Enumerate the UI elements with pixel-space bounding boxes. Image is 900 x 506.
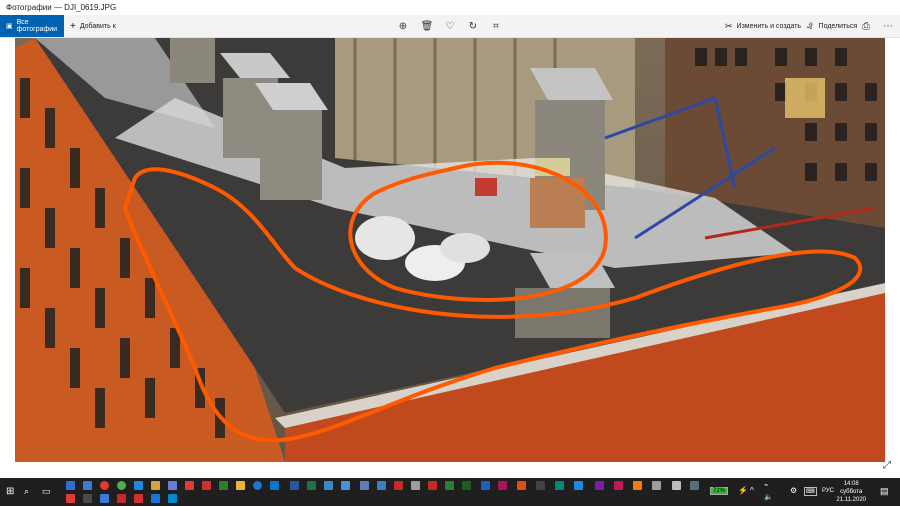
edit-create-label: Изменить и создать bbox=[736, 22, 802, 30]
app-icon[interactable] bbox=[66, 481, 75, 490]
title-bar: Фотографии — DJI_0619.JPG bbox=[0, 0, 900, 15]
photos-icon: ▣ bbox=[6, 23, 13, 30]
app-icon[interactable] bbox=[168, 481, 177, 490]
app-icon[interactable] bbox=[202, 481, 211, 490]
chrome-icon[interactable] bbox=[117, 481, 126, 490]
app-icon[interactable] bbox=[253, 481, 262, 490]
plus-icon: + bbox=[70, 20, 76, 32]
app-icon[interactable] bbox=[219, 481, 228, 490]
windows-start-icon[interactable]: ⊞ bbox=[6, 486, 14, 497]
app-icon[interactable] bbox=[672, 481, 681, 490]
app-icon[interactable] bbox=[690, 481, 699, 490]
app-icon[interactable] bbox=[360, 481, 369, 490]
app-icon[interactable] bbox=[83, 494, 92, 503]
task-view-icon[interactable]: ▭ bbox=[42, 486, 51, 497]
folder-icon[interactable] bbox=[151, 481, 160, 490]
app-icon[interactable] bbox=[498, 481, 507, 490]
app-icon[interactable] bbox=[117, 494, 126, 503]
app-icon[interactable] bbox=[595, 481, 604, 490]
language-indicator[interactable]: РУС bbox=[822, 488, 834, 494]
mail-icon[interactable] bbox=[270, 481, 279, 490]
clock-date: 21.11.2020 bbox=[836, 497, 866, 503]
app-toolbar: ▣ Все фотографии + Добавить к ⊕ 🗑 ♡ ↻ ⌗ … bbox=[0, 15, 900, 38]
word-icon[interactable] bbox=[290, 481, 299, 490]
app-icon[interactable] bbox=[377, 481, 386, 490]
rooftop-photo bbox=[15, 38, 885, 462]
app-icon[interactable] bbox=[614, 481, 623, 490]
battery-label: 72% bbox=[713, 488, 726, 494]
clock[interactable]: 14:08 суббота 21.11.2020 bbox=[836, 480, 866, 504]
pdf-icon[interactable] bbox=[134, 494, 143, 503]
edge-icon[interactable] bbox=[134, 481, 143, 490]
explorer-icon[interactable] bbox=[236, 481, 245, 490]
taskbar: ⊞ ⌕ ▭ 72% ⚡ ^ ⌁ 🔈 ⚙ ⌨ РУС 14:08 суббота … bbox=[0, 478, 900, 506]
app-icon[interactable] bbox=[185, 481, 194, 490]
app-icon[interactable] bbox=[341, 481, 350, 490]
zoom-icon[interactable]: ⊕ bbox=[396, 19, 410, 33]
chevron-up-icon[interactable]: ^ bbox=[750, 486, 754, 495]
app-icon[interactable] bbox=[411, 481, 420, 490]
app-icon[interactable] bbox=[633, 481, 642, 490]
battery-indicator[interactable]: 72% bbox=[710, 487, 729, 495]
clock-time: 14:08 bbox=[843, 481, 859, 487]
power-icon[interactable]: ⚡ bbox=[738, 486, 748, 495]
app-icon[interactable] bbox=[445, 481, 454, 490]
notifications-icon[interactable]: ▤ bbox=[880, 486, 889, 497]
delete-icon[interactable]: 🗑 bbox=[420, 19, 434, 33]
add-to-label: Добавить к bbox=[79, 22, 116, 30]
app-icon[interactable] bbox=[555, 481, 564, 490]
app-icon[interactable] bbox=[652, 481, 661, 490]
app-icon[interactable] bbox=[168, 494, 177, 503]
fullscreen-icon[interactable]: ⤢ bbox=[883, 460, 891, 471]
all-photos-button[interactable]: ▣ Все фотографии bbox=[0, 15, 64, 37]
clock-day: суббота bbox=[840, 489, 863, 495]
app-icon[interactable] bbox=[324, 481, 333, 490]
more-icon[interactable]: ⋯ bbox=[881, 19, 895, 33]
app-icon[interactable] bbox=[536, 481, 545, 490]
favorite-icon[interactable]: ♡ bbox=[443, 19, 457, 33]
app-icon[interactable] bbox=[100, 494, 109, 503]
photo bbox=[15, 38, 885, 462]
edit-create-button[interactable]: ✂ Изменить и создать ⌄ bbox=[725, 15, 811, 37]
rotate-icon[interactable]: ↻ bbox=[466, 19, 480, 33]
keyboard-icon[interactable]: ⌨ bbox=[804, 487, 817, 496]
all-photos-label: Все фотографии bbox=[16, 19, 58, 33]
image-viewer bbox=[0, 38, 900, 464]
window-title: Фотографии — DJI_0619.JPG bbox=[6, 3, 117, 12]
autocad-icon[interactable] bbox=[394, 481, 403, 490]
app-icon[interactable] bbox=[574, 481, 583, 490]
share-icon: ⇪ bbox=[807, 20, 815, 31]
edit-icon: ✂ bbox=[725, 20, 733, 31]
app-icon[interactable] bbox=[151, 494, 160, 503]
excel-icon[interactable] bbox=[307, 481, 316, 490]
app-icon[interactable] bbox=[428, 481, 437, 490]
search-icon[interactable]: ⌕ bbox=[24, 486, 29, 497]
volume-icon[interactable]: 🔈 bbox=[764, 493, 773, 501]
network-icon[interactable]: ⌁ bbox=[764, 481, 768, 489]
share-label: Поделиться bbox=[818, 22, 858, 30]
app-icon[interactable] bbox=[66, 494, 75, 503]
settings-icon[interactable]: ⚙ bbox=[790, 486, 797, 495]
add-to-button[interactable]: + Добавить к bbox=[70, 15, 116, 37]
share-button[interactable]: ⇪ Поделиться bbox=[807, 15, 857, 37]
app-icon[interactable] bbox=[517, 481, 526, 490]
opera-icon[interactable] bbox=[100, 481, 109, 490]
app-icon[interactable] bbox=[481, 481, 490, 490]
print-icon[interactable]: ⎙ bbox=[859, 19, 873, 33]
crop-icon[interactable]: ⌗ bbox=[489, 19, 503, 33]
app-icon[interactable] bbox=[83, 481, 92, 490]
app-icon[interactable] bbox=[462, 481, 471, 490]
